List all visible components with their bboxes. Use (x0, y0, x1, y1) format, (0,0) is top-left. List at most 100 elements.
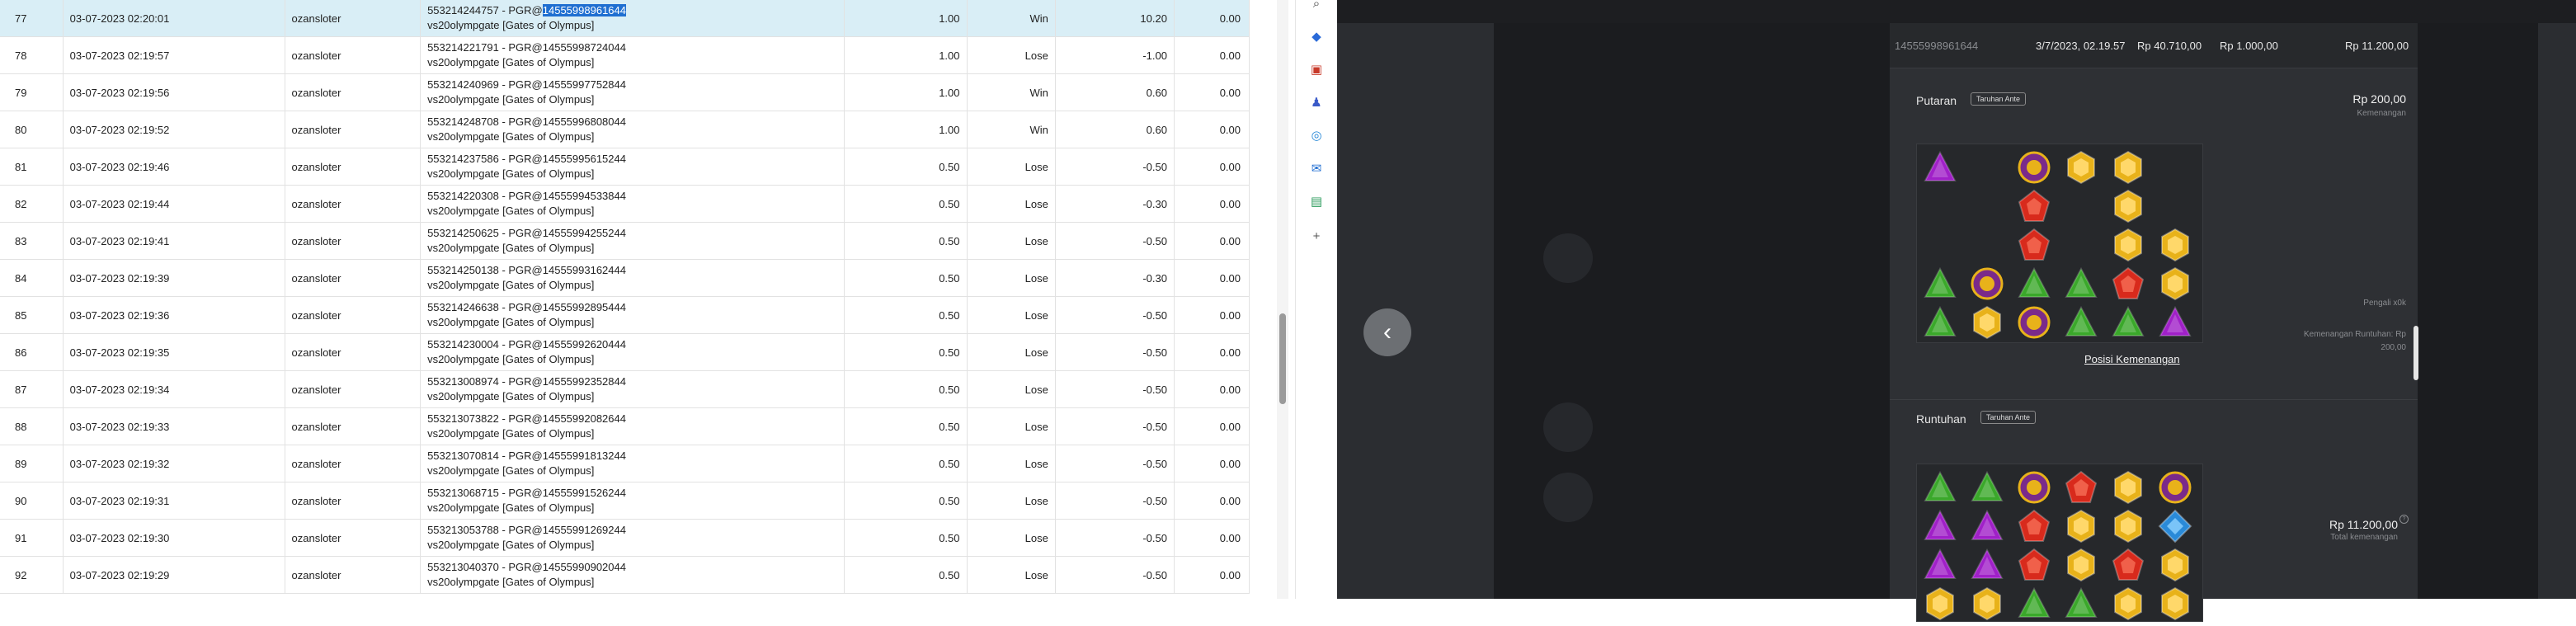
table-scrollbar[interactable] (1277, 0, 1288, 599)
panel-scrollbar[interactable] (2414, 326, 2418, 380)
row-win: 0.60 (1055, 111, 1175, 148)
row-extra: 0.00 (1174, 259, 1250, 297)
scrollbar-thumb[interactable] (1279, 313, 1286, 404)
row-user: ozansloter (285, 185, 421, 223)
row-number: 80 (0, 111, 64, 148)
round-header: 14555998961644 3/7/2023, 02.19.57 Rp 40.… (1890, 23, 2418, 68)
tumble-title: Runtuhan (1916, 412, 1966, 426)
transaction-id: 553214246638 - PGR@14555992895444 (427, 301, 626, 313)
game-name: vs20olympgate [Gates of Olympus] (427, 130, 595, 143)
transaction-id: 553213073822 - PGR@14555992082644 (427, 412, 626, 425)
row-extra: 0.00 (1174, 445, 1250, 482)
green-gem-icon (2016, 266, 2052, 302)
table-row[interactable]: 90 03-07-2023 02:19:31 ozansloter 553213068… (0, 482, 1250, 520)
row-win: -0.50 (1055, 148, 1175, 186)
table-row[interactable]: 88 03-07-2023 02:19:33 ozansloter 553213073… (0, 407, 1250, 445)
purple-gem-icon (2157, 304, 2193, 341)
tumble-total-label: Total kemenangan (2330, 533, 2398, 542)
info-icon[interactable]: ? (2399, 515, 2409, 524)
row-user: ozansloter (285, 333, 421, 371)
purple-gem-icon (1922, 547, 1958, 583)
green-gem-icon (1969, 469, 2005, 506)
spin-title: Putaran (1916, 94, 1957, 107)
row-result: Lose (967, 148, 1056, 186)
row-result: Lose (967, 445, 1056, 482)
table-row[interactable]: 84 03-07-2023 02:19:39 ozansloter 553214250… (0, 259, 1250, 297)
row-bet: 0.50 (844, 222, 968, 260)
transaction-table: 77 03-07-2023 02:20:01 ozansloter 553214244… (0, 0, 1250, 594)
row-number: 81 (0, 148, 64, 186)
row-win: -0.50 (1055, 370, 1175, 408)
row-extra: 0.00 (1174, 407, 1250, 445)
selected-text-highlight: 14555998961644 (542, 4, 626, 16)
row-number: 82 (0, 185, 64, 223)
table-row[interactable]: 80 03-07-2023 02:19:52 ozansloter 553214248… (0, 111, 1250, 148)
game-name: vs20olympgate [Gates of Olympus] (427, 167, 595, 180)
transaction-id: 553214230004 - PGR@14555992620444 (427, 338, 626, 351)
copilot-icon[interactable]: ◎ (1308, 127, 1325, 144)
table-row[interactable]: 89 03-07-2023 02:19:32 ozansloter 553213070… (0, 445, 1250, 482)
add-icon[interactable]: + (1308, 228, 1325, 244)
row-result: Lose (967, 296, 1056, 334)
row-date: 03-07-2023 02:19:56 (63, 73, 285, 111)
toolbox-icon[interactable]: ▣ (1308, 61, 1325, 78)
table-row[interactable]: 85 03-07-2023 02:19:36 ozansloter 553214246… (0, 296, 1250, 334)
table-row[interactable]: 87 03-07-2023 02:19:34 ozansloter 553213008… (0, 370, 1250, 408)
row-user: ozansloter (285, 36, 421, 74)
tag-icon[interactable]: ◆ (1308, 28, 1325, 45)
row-extra: 0.00 (1174, 148, 1250, 186)
search-icon[interactable]: ⌕ (1308, 0, 1325, 12)
table-row[interactable]: 77 03-07-2023 02:20:01 ozansloter 553214244… (0, 0, 1250, 37)
round-bet: Rp 1.000,00 (2220, 40, 2278, 52)
table-row[interactable]: 92 03-07-2023 02:19:29 ozansloter 553213040… (0, 556, 1250, 594)
row-date: 03-07-2023 02:19:32 (63, 445, 285, 482)
row-extra: 0.00 (1174, 296, 1250, 334)
table-row[interactable]: 78 03-07-2023 02:19:57 ozansloter 553214221… (0, 36, 1250, 74)
crown-icon (2016, 304, 2052, 341)
transaction-id: 553214220308 - PGR@14555994533844 (427, 190, 626, 202)
table-row[interactable]: 83 03-07-2023 02:19:41 ozansloter 553214250… (0, 222, 1250, 260)
game-name: vs20olympgate [Gates of Olympus] (427, 576, 595, 588)
row-win: 0.60 (1055, 73, 1175, 111)
row-transaction: 553214248708 - PGR@14555996808044 vs20oly… (420, 111, 845, 148)
green-gem-icon (2110, 304, 2146, 341)
row-bet: 0.50 (844, 519, 968, 557)
section-divider (1890, 399, 2418, 400)
transaction-id: 553214237586 - PGR@14555995615244 (427, 153, 626, 165)
gold-gem-icon (1969, 586, 2005, 622)
row-date: 03-07-2023 02:19:44 (63, 185, 285, 223)
multiplier-label: Pengali x0k (2363, 299, 2406, 308)
table-row[interactable]: 79 03-07-2023 02:19:56 ozansloter 553214240… (0, 73, 1250, 111)
row-bet: 0.50 (844, 185, 968, 223)
row-result: Win (967, 73, 1056, 111)
tumble-total-amount: Rp 11.200,00 (2329, 518, 2398, 531)
row-number: 87 (0, 370, 64, 408)
game-name: vs20olympgate [Gates of Olympus] (427, 501, 595, 514)
row-user: ozansloter (285, 148, 421, 186)
transaction-id: 553213040370 - PGR@14555990902044 (427, 561, 626, 573)
row-result: Lose (967, 333, 1056, 371)
chess-icon[interactable]: ♟ (1308, 94, 1325, 111)
table-row[interactable]: 91 03-07-2023 02:19:30 ozansloter 553213053… (0, 519, 1250, 557)
red-gem-icon (2110, 266, 2146, 302)
green-gem-icon (2063, 586, 2099, 622)
browser-sidebar: ⌕ ◆ ▣ ♟ ◎ ✉ ▤ + (1295, 0, 1338, 599)
row-transaction: 553213053788 - PGR@14555991269244 vs20oly… (420, 519, 845, 557)
table-row[interactable]: 86 03-07-2023 02:19:35 ozansloter 553214230… (0, 333, 1250, 371)
outlook-icon[interactable]: ✉ (1308, 160, 1325, 177)
back-button[interactable]: ‹ (1363, 308, 1411, 356)
row-transaction: 553214250625 - PGR@14555994255244 vs20oly… (420, 222, 845, 260)
row-transaction: 553213068715 - PGR@14555991526244 vs20oly… (420, 482, 845, 520)
game-history-area: ‹ 14555998961644 3/7/2023, 02.19.57 Rp 4… (1337, 0, 2576, 622)
winning-positions-link[interactable]: Posisi Kemenangan (2084, 353, 2180, 365)
table-row[interactable]: 82 03-07-2023 02:19:44 ozansloter 553214220… (0, 185, 1250, 223)
row-win: -0.50 (1055, 333, 1175, 371)
ghost-icon (1543, 473, 1593, 522)
crown-icon (1969, 266, 2005, 302)
shopping-icon[interactable]: ▤ (1308, 193, 1325, 209)
row-extra: 0.00 (1174, 370, 1250, 408)
row-transaction: 553214220308 - PGR@14555994533844 vs20oly… (420, 185, 845, 223)
row-win: -0.50 (1055, 407, 1175, 445)
row-result: Lose (967, 482, 1056, 520)
table-row[interactable]: 81 03-07-2023 02:19:46 ozansloter 553214237… (0, 148, 1250, 186)
